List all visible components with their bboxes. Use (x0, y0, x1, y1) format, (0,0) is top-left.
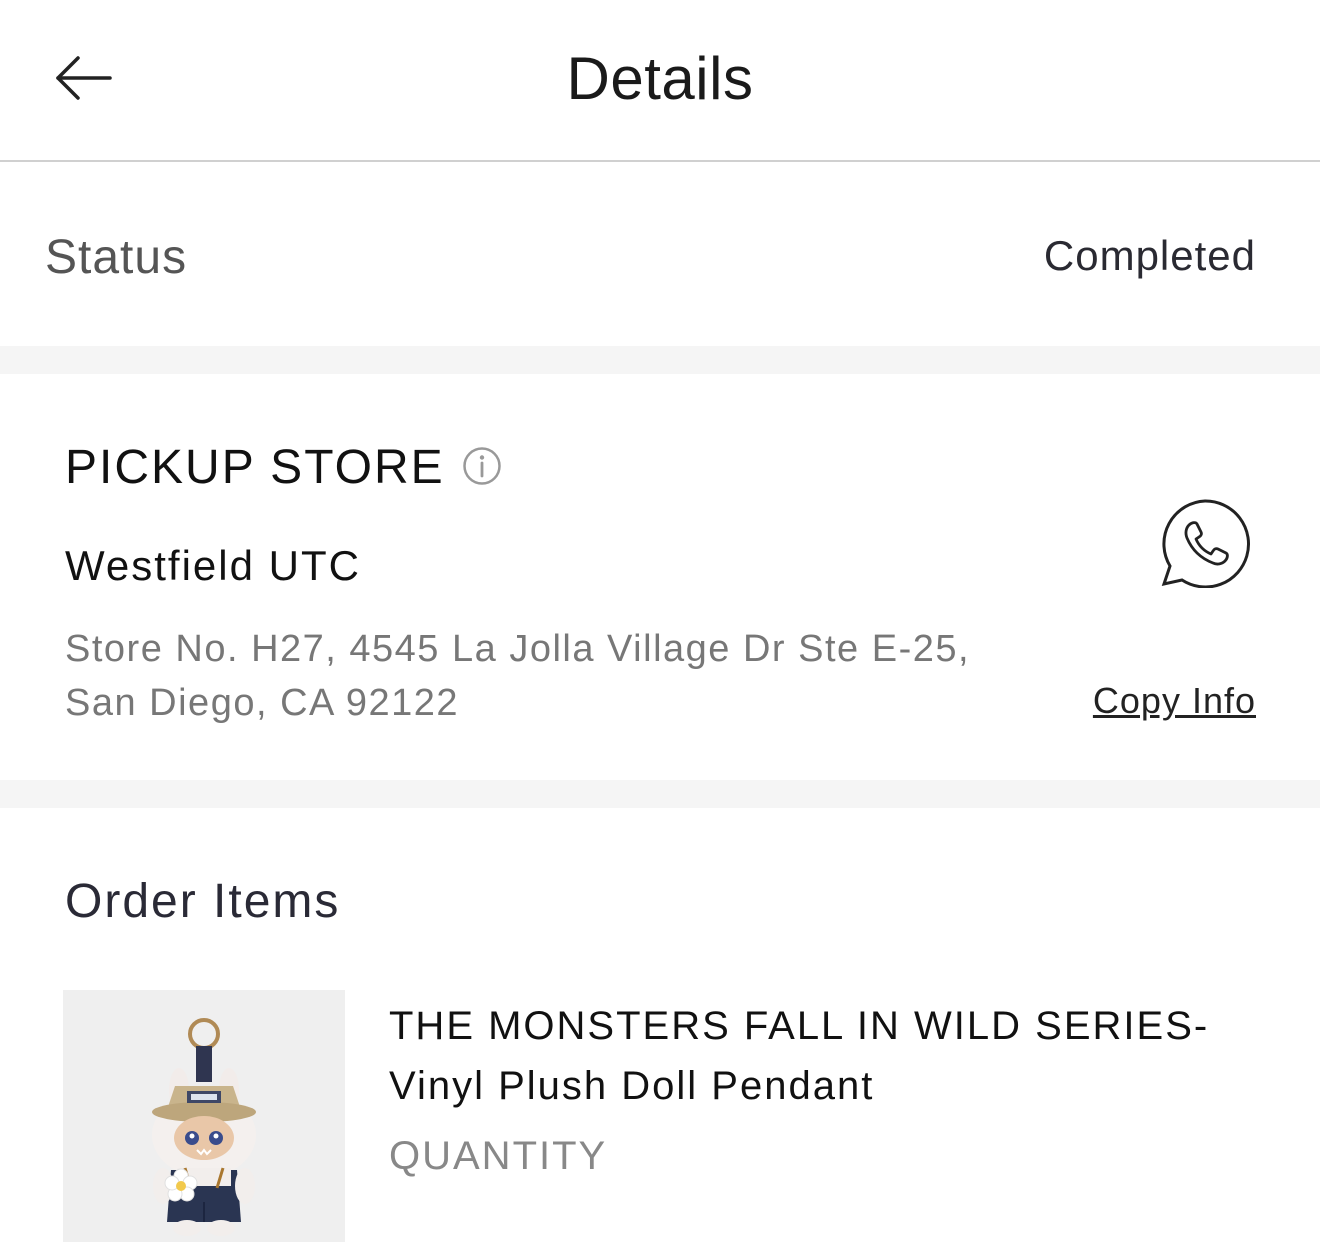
plush-doll-image (152, 1018, 256, 1236)
section-divider (0, 346, 1320, 374)
page-title: Details (566, 45, 754, 112)
status-label: Status (45, 231, 188, 284)
pickup-store-section: PICKUP STORE Westfield UTC Store No. H27… (0, 374, 1320, 780)
quantity-label: QUANTITY (389, 1134, 608, 1178)
section-divider (0, 780, 1320, 808)
copy-info-link[interactable]: Copy Info (1093, 680, 1256, 722)
whatsapp-icon[interactable] (1158, 498, 1252, 589)
store-address: Store No. H27, 4545 La Jolla Village Dr … (65, 622, 1025, 730)
product-title-line2: Vinyl Plush Doll Pendant (389, 1064, 875, 1108)
order-items-heading: Order Items (65, 875, 341, 928)
product-image[interactable] (63, 990, 345, 1242)
status-row: Status Completed (0, 162, 1320, 346)
product-title[interactable]: THE MONSTERS FALL IN WILD SERIES- Vinyl … (389, 996, 1269, 1116)
info-icon[interactable] (462, 446, 502, 486)
order-items-section: Order Items THE MONSTERS FALL IN WILD SE… (0, 808, 1320, 1242)
store-address-line2: San Diego, CA 92122 (65, 682, 459, 724)
pickup-store-heading: PICKUP STORE (65, 441, 445, 494)
top-bar: Details (0, 0, 1320, 162)
store-address-line1: Store No. H27, 4545 La Jolla Village Dr … (65, 628, 971, 670)
product-title-line1: THE MONSTERS FALL IN WILD SERIES- (389, 1004, 1210, 1048)
status-value: Completed (1043, 232, 1256, 279)
store-name: Westfield UTC (65, 542, 361, 589)
